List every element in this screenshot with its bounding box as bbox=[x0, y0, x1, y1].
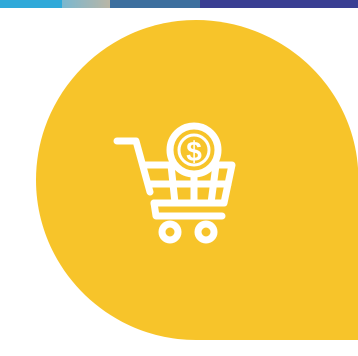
coin-icon: $ bbox=[166, 122, 222, 178]
badge-svg: $ bbox=[36, 20, 358, 340]
promo-graphic: $ bbox=[0, 0, 358, 356]
dollar-symbol: $ bbox=[186, 136, 202, 167]
yellow-teardrop-badge: $ bbox=[0, 0, 358, 356]
